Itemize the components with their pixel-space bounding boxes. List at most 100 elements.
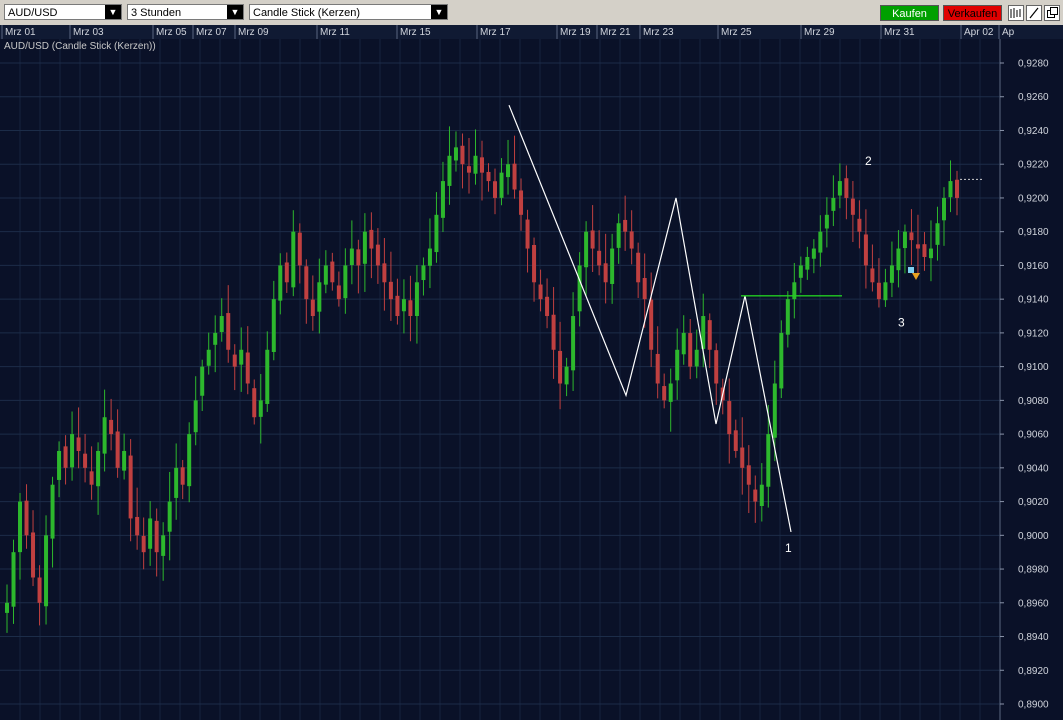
price-tick-label: 0,9020 — [1018, 497, 1049, 508]
candle-body — [128, 455, 133, 519]
chart-title: AUD/USD (Candle Stick (Kerzen)) — [4, 41, 156, 52]
candle-body — [844, 178, 849, 198]
symbol-select[interactable]: AUD/USD ▼ — [4, 4, 122, 20]
candle-body — [616, 223, 621, 248]
price-tick-label: 0,9100 — [1018, 362, 1049, 373]
chart-toolbar: AUD/USD ▼ 3 Stunden ▼ Candle Stick (Kerz… — [0, 0, 1063, 26]
candle-body — [649, 299, 654, 350]
candle-body — [11, 552, 16, 607]
candle-body — [532, 244, 537, 283]
chart-type-select-value: Candle Stick (Kerzen) — [253, 7, 360, 19]
candle-body — [382, 263, 387, 283]
candle-body — [5, 602, 9, 613]
price-tick-label: 0,9160 — [1018, 261, 1049, 272]
candle-body — [239, 349, 244, 365]
candle-body — [213, 332, 218, 345]
candle-body — [564, 366, 569, 385]
candle-body — [655, 353, 660, 384]
candle-body — [805, 256, 810, 270]
price-tick-label: 0,8900 — [1018, 700, 1049, 711]
candle-body — [694, 349, 699, 367]
price-tick-label: 0,9060 — [1018, 430, 1049, 441]
chart-type-select[interactable]: Candle Stick (Kerzen) ▼ — [249, 4, 448, 20]
candle-body — [792, 282, 797, 300]
candle-body — [831, 197, 836, 211]
candle-body — [50, 484, 55, 539]
candle-body — [76, 437, 81, 451]
price-tick-label: 0,9240 — [1018, 126, 1049, 137]
chevron-down-icon[interactable]: ▼ — [105, 5, 121, 19]
candle-body — [941, 197, 946, 221]
window-icon[interactable] — [1044, 5, 1060, 21]
candle-body — [928, 248, 933, 259]
candle-body — [180, 467, 185, 485]
candle-body — [200, 366, 205, 396]
candle-body — [297, 232, 302, 266]
draw-line-icon[interactable] — [1026, 5, 1042, 21]
symbol-select-value: AUD/USD — [8, 7, 58, 19]
candle-body — [935, 223, 940, 245]
candle-body — [291, 231, 296, 288]
chevron-down-icon[interactable]: ▼ — [227, 5, 243, 19]
candle-body — [323, 265, 328, 285]
bar-chart-icon[interactable] — [1008, 5, 1024, 21]
candle-body — [109, 419, 114, 435]
candle-body — [798, 265, 803, 278]
price-tick-label: 0,8980 — [1018, 565, 1049, 576]
candle-body — [902, 231, 907, 249]
candle-body — [245, 352, 250, 384]
chart-background — [0, 25, 1063, 720]
candle-body — [850, 198, 855, 215]
candle-body — [480, 157, 484, 173]
candle-body — [571, 316, 576, 371]
candle-body — [473, 155, 478, 174]
candle-body — [499, 172, 504, 198]
chevron-down-icon[interactable]: ▼ — [431, 5, 447, 19]
candle-body — [759, 484, 764, 507]
candle-body — [824, 214, 829, 229]
candle-body — [31, 532, 36, 578]
candle-body — [421, 265, 426, 281]
candle-body — [330, 261, 335, 283]
candle-body — [915, 244, 920, 249]
sell-button[interactable]: Verkaufen — [943, 5, 1002, 21]
candle-body — [597, 250, 602, 266]
candle-body — [265, 349, 270, 404]
candle-body — [362, 231, 367, 264]
candle-body — [44, 535, 49, 607]
candle-body — [401, 299, 406, 312]
candle-body — [271, 299, 276, 352]
candle-body — [642, 278, 647, 300]
candle-body — [18, 501, 23, 553]
candle-body — [811, 248, 816, 259]
date-tick-label: Apr 02 — [964, 27, 994, 38]
price-tick-label: 0,9000 — [1018, 531, 1049, 542]
candle-body — [636, 252, 641, 283]
signal-marker-icon — [908, 267, 914, 273]
candle-body — [447, 155, 452, 186]
date-tick-label: Mrz 19 — [560, 27, 591, 38]
candle-body — [714, 350, 719, 384]
candle-body — [154, 520, 159, 553]
price-tick-label: 0,9200 — [1018, 193, 1049, 204]
candle-body — [603, 263, 608, 283]
price-tick-label: 0,8920 — [1018, 666, 1049, 677]
candle-body — [675, 349, 680, 381]
candlestick-chart[interactable]: Mrz 01 Mrz 03 Mrz 05 Mrz 07 Mrz 09 Mrz 11 Mrz … — [0, 25, 1063, 720]
candle-body — [551, 314, 556, 350]
candle-body — [460, 145, 465, 165]
buy-button[interactable]: Kaufen — [880, 5, 939, 21]
date-tick-label: Mrz 29 — [804, 27, 835, 38]
candle-body — [453, 147, 458, 161]
interval-select[interactable]: 3 Stunden ▼ — [127, 4, 244, 20]
candle-body — [948, 181, 953, 198]
candle-body — [395, 295, 400, 317]
wave-label-1: 1 — [785, 541, 792, 555]
candle-body — [896, 248, 901, 271]
candle-body — [440, 181, 445, 218]
candle-body — [512, 163, 517, 190]
candle-body — [434, 214, 439, 253]
candle-body — [818, 231, 823, 253]
candle-body — [883, 282, 888, 301]
date-tick-label: Mrz 03 — [73, 27, 104, 38]
